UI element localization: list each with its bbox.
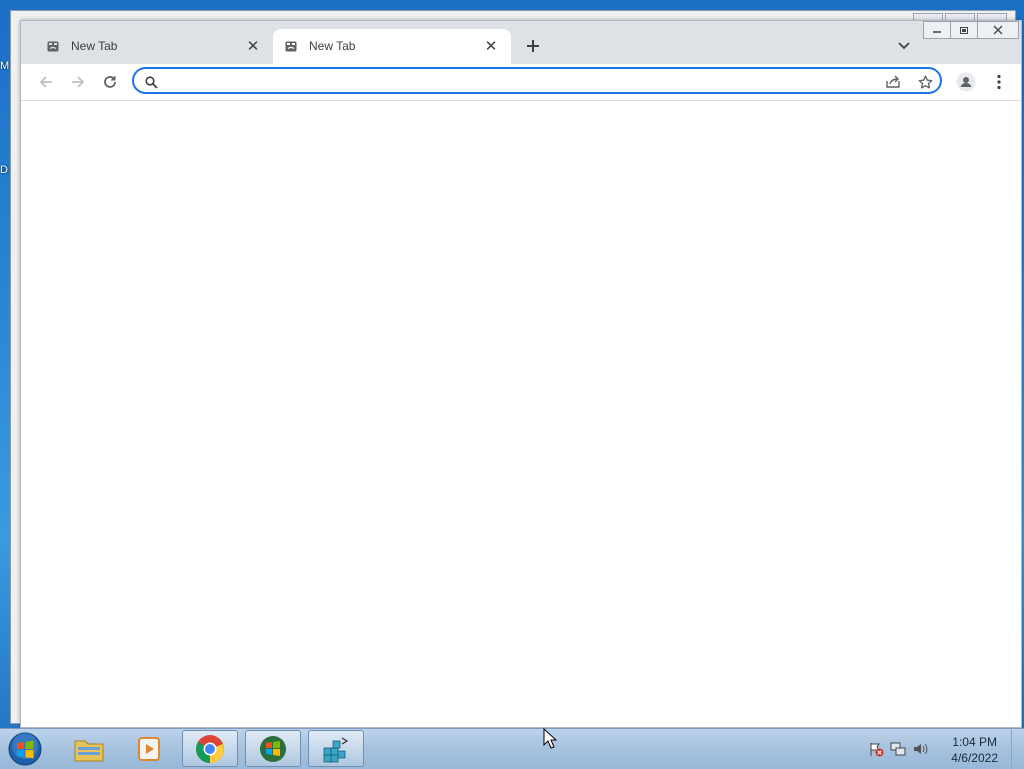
- back-button[interactable]: [34, 70, 58, 94]
- new-tab-button[interactable]: [521, 34, 545, 58]
- new-tab-favicon-icon: [47, 41, 59, 52]
- folder-icon: [74, 740, 104, 761]
- clock[interactable]: 1:04 PM 4/6/2022: [951, 734, 998, 766]
- volume-icon[interactable]: [912, 741, 928, 757]
- reload-button[interactable]: [98, 70, 122, 94]
- show-desktop-button[interactable]: [1011, 729, 1024, 769]
- menu-button[interactable]: [987, 70, 1011, 94]
- chevron-down-icon: [898, 42, 910, 50]
- start-button[interactable]: [6, 731, 44, 767]
- reload-icon: [104, 76, 116, 88]
- share-icon[interactable]: [884, 73, 902, 91]
- minimize-icon: [933, 31, 941, 33]
- address-bar[interactable]: [132, 67, 942, 94]
- plus-icon: [527, 40, 539, 52]
- browser-toolbar: [21, 64, 1021, 101]
- mouse-cursor-icon: [543, 728, 557, 749]
- clock-time: 1:04 PM: [952, 735, 997, 749]
- more-vertical-icon: [997, 74, 1001, 90]
- bookmark-star-icon[interactable]: [916, 73, 934, 91]
- tab-close-icon[interactable]: ✕: [481, 36, 501, 56]
- restore-button[interactable]: [950, 21, 978, 39]
- new-tab-favicon-icon: [285, 41, 297, 52]
- taskbar-media-player[interactable]: [121, 730, 177, 767]
- system-tray: 1:04 PM 4/6/2022: [854, 729, 1024, 769]
- forward-button[interactable]: [66, 70, 90, 94]
- page-content: [21, 101, 1021, 727]
- close-icon: [993, 25, 1003, 35]
- tab-new-tab-1[interactable]: New Tab ✕: [35, 29, 273, 64]
- taskbar-windows-app[interactable]: [245, 730, 301, 767]
- minimize-button[interactable]: [923, 21, 951, 39]
- desktop-icon-label[interactable]: M: [0, 60, 9, 72]
- tab-title: New Tab: [71, 39, 118, 53]
- registry-editor-icon: [323, 736, 349, 762]
- address-input[interactable]: [168, 72, 872, 92]
- desktop-icon-label[interactable]: D: [0, 164, 8, 176]
- windows-start-icon: [8, 732, 42, 766]
- arrow-right-icon: [72, 76, 85, 88]
- taskbar-chrome[interactable]: [182, 730, 238, 767]
- network-icon[interactable]: [890, 741, 906, 757]
- browser-window: New Tab ✕ New Tab ✕: [20, 20, 1022, 728]
- tab-title: New Tab: [309, 39, 356, 53]
- taskbar-registry-editor[interactable]: [308, 730, 364, 767]
- clock-date: 4/6/2022: [951, 751, 998, 765]
- windows-logo-icon: [260, 735, 286, 762]
- tab-strip: New Tab ✕ New Tab ✕: [21, 21, 1021, 64]
- restore-icon: [960, 27, 968, 34]
- action-center-flag-icon[interactable]: [868, 741, 884, 757]
- media-player-icon: [138, 736, 160, 761]
- arrow-left-icon: [39, 76, 52, 88]
- chrome-icon: [196, 734, 224, 763]
- taskbar: 1:04 PM 4/6/2022: [0, 728, 1024, 769]
- search-icon: [142, 73, 160, 91]
- profile-avatar-icon: [956, 72, 976, 92]
- tab-search-button[interactable]: [892, 34, 916, 58]
- tab-close-icon[interactable]: ✕: [243, 36, 263, 56]
- window-controls: [923, 21, 1019, 39]
- tab-new-tab-2[interactable]: New Tab ✕: [273, 29, 511, 64]
- close-button[interactable]: [977, 21, 1019, 39]
- taskbar-explorer[interactable]: [61, 730, 117, 767]
- profile-button[interactable]: [954, 70, 978, 94]
